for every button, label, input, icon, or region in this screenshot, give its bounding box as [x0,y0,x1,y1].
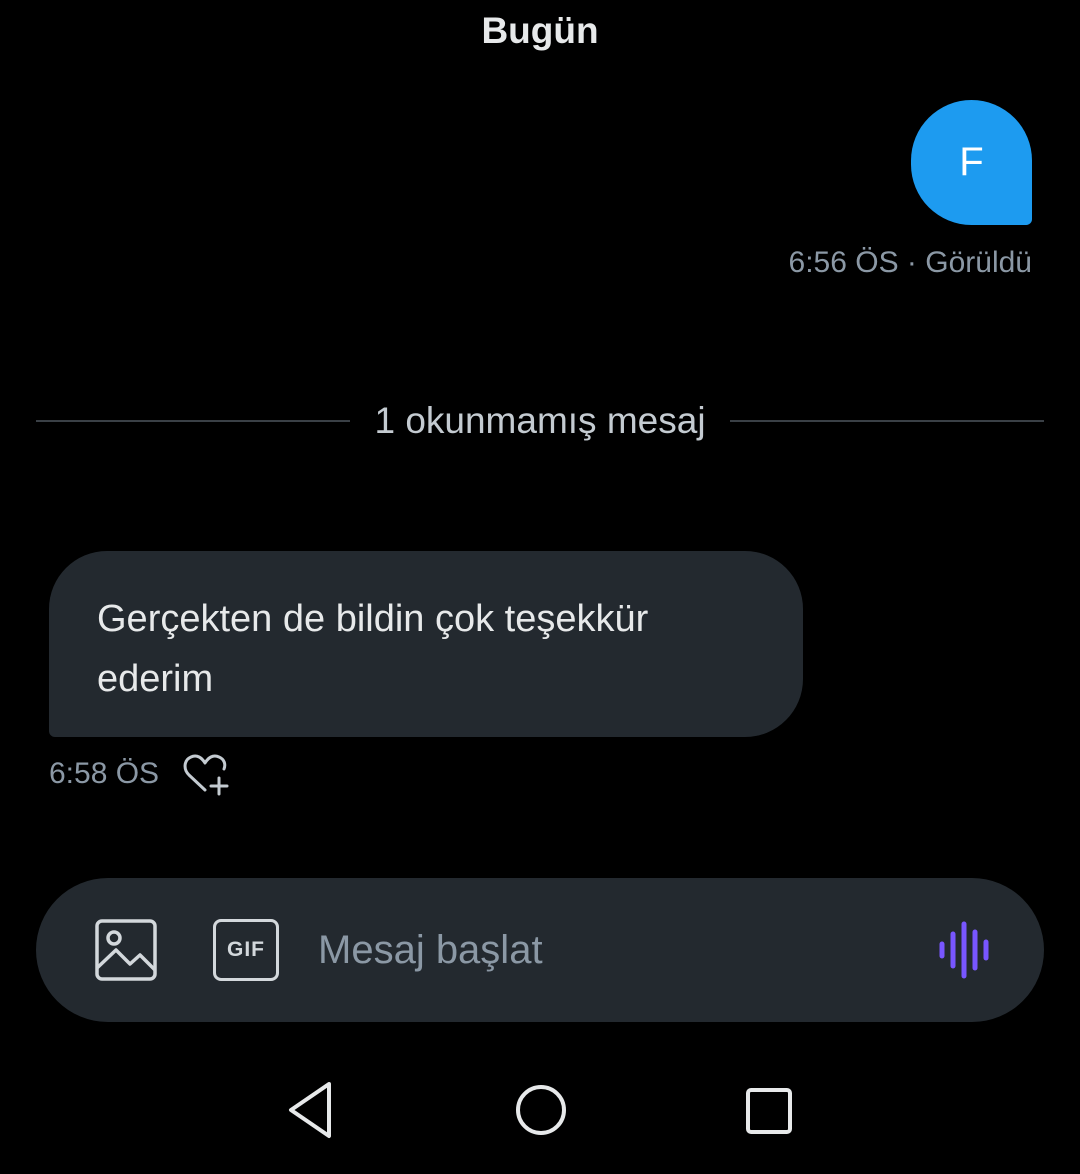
divider-line-left [36,420,351,422]
message-composer: GIF [36,878,1044,1022]
message-input[interactable] [318,920,878,980]
received-message-time: 6:58 ÖS [49,757,160,790]
sent-message-text: F [959,140,984,184]
sent-message-meta: 6:56 ÖS · Görüldü [788,246,1032,279]
sent-message-bubble[interactable]: F [911,100,1032,225]
divider-line-right [729,420,1045,422]
received-message-bubble[interactable]: Gerçekten de bildin çok teşekkür ederim [49,551,803,737]
back-triangle-icon[interactable] [283,1078,337,1147]
system-navigation-bar [0,1070,1080,1154]
add-reaction-heart-icon[interactable] [181,750,231,798]
unread-divider: 1 okunmamış mesaj [36,395,1045,447]
date-header: Bugün [481,10,599,51]
recents-square-icon[interactable] [744,1078,796,1147]
unread-divider-label: 1 okunmamış mesaj [374,400,706,441]
received-message-text: Gerçekten de bildin çok teşekkür ederim [97,598,649,700]
image-icon[interactable] [94,918,158,987]
received-message-meta: 6:58 ÖS [49,750,231,798]
voice-message-icon[interactable] [936,920,996,985]
gif-icon[interactable]: GIF [213,919,279,981]
home-circle-icon[interactable] [513,1078,569,1147]
gif-icon-label: GIF [227,938,265,961]
